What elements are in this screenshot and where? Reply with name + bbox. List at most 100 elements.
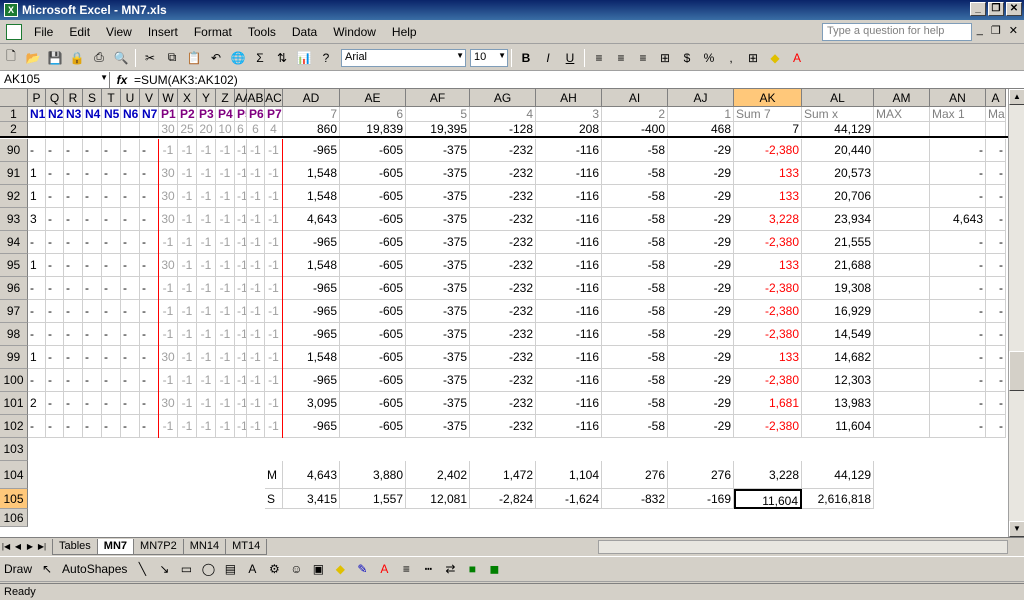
- table-cell[interactable]: -1: [178, 346, 197, 369]
- table-cell[interactable]: -: [121, 254, 140, 277]
- table-cell[interactable]: -: [83, 254, 102, 277]
- merge-center-icon[interactable]: ⊞: [655, 48, 675, 68]
- table-cell[interactable]: -965: [283, 323, 340, 346]
- table-cell[interactable]: -: [28, 277, 46, 300]
- table-cell[interactable]: -: [986, 369, 1006, 392]
- function-icon[interactable]: fx: [110, 73, 134, 87]
- table-cell[interactable]: 1: [28, 185, 46, 208]
- table-cell[interactable]: -1: [235, 323, 247, 346]
- table-cell[interactable]: -1: [265, 369, 283, 392]
- table-cell[interactable]: -58: [602, 162, 668, 185]
- table-cell[interactable]: -: [28, 139, 46, 162]
- table-cell[interactable]: -1: [197, 346, 216, 369]
- table-cell[interactable]: [874, 185, 930, 208]
- table-cell[interactable]: -965: [283, 300, 340, 323]
- column-header[interactable]: X: [178, 89, 197, 107]
- table-cell[interactable]: 468: [668, 122, 734, 137]
- table-cell[interactable]: 11,604: [802, 415, 874, 438]
- row-header[interactable]: 2: [0, 122, 28, 137]
- table-cell[interactable]: -58: [602, 392, 668, 415]
- header-cell[interactable]: 4: [470, 107, 536, 122]
- table-cell[interactable]: -: [102, 139, 121, 162]
- table-cell[interactable]: -1: [247, 162, 265, 185]
- table-cell[interactable]: -232: [470, 415, 536, 438]
- hyperlink-icon[interactable]: 🌐: [228, 48, 248, 68]
- table-cell[interactable]: -1: [247, 369, 265, 392]
- table-cell[interactable]: -: [83, 300, 102, 323]
- ask-question-input[interactable]: Type a question for help: [822, 23, 972, 41]
- table-cell[interactable]: -1: [178, 185, 197, 208]
- table-cell[interactable]: -58: [602, 369, 668, 392]
- table-cell[interactable]: -: [28, 300, 46, 323]
- table-cell[interactable]: 1: [28, 254, 46, 277]
- comma-style-icon[interactable]: ,: [721, 48, 741, 68]
- table-cell[interactable]: -: [121, 208, 140, 231]
- table-cell[interactable]: -1: [197, 277, 216, 300]
- table-cell[interactable]: 19,839: [340, 122, 406, 137]
- table-cell[interactable]: -605: [340, 346, 406, 369]
- column-header[interactable]: R: [64, 89, 83, 107]
- header-cell[interactable]: 5: [406, 107, 470, 122]
- table-cell[interactable]: [83, 122, 102, 137]
- table-cell[interactable]: 14,549: [802, 323, 874, 346]
- font-name-select[interactable]: Arial ▼: [341, 48, 466, 67]
- table-cell[interactable]: -375: [406, 162, 470, 185]
- table-cell[interactable]: -1: [216, 231, 235, 254]
- vertical-scrollbar[interactable]: ▲ ▼: [1008, 89, 1024, 537]
- table-cell[interactable]: 16,929: [802, 300, 874, 323]
- table-cell[interactable]: 20,706: [802, 185, 874, 208]
- table-cell[interactable]: -: [64, 231, 83, 254]
- arrow-style-icon[interactable]: ⇄: [440, 559, 460, 579]
- header-cell[interactable]: 2: [602, 107, 668, 122]
- table-cell[interactable]: -1: [178, 323, 197, 346]
- diagram-icon[interactable]: ⚙: [264, 559, 284, 579]
- column-header[interactable]: AK: [734, 89, 802, 107]
- column-header[interactable]: AD: [283, 89, 340, 107]
- table-cell[interactable]: -: [121, 139, 140, 162]
- table-cell[interactable]: -: [83, 415, 102, 438]
- table-cell[interactable]: -605: [340, 323, 406, 346]
- table-cell[interactable]: 3,095: [283, 392, 340, 415]
- percent-button[interactable]: %: [699, 48, 719, 68]
- fill-color-icon[interactable]: ◆: [330, 559, 350, 579]
- table-cell[interactable]: -1: [197, 231, 216, 254]
- column-header[interactable]: AG: [470, 89, 536, 107]
- table-cell[interactable]: -: [140, 139, 159, 162]
- table-cell[interactable]: -1: [247, 277, 265, 300]
- scroll-thumb[interactable]: [1009, 351, 1024, 391]
- table-cell[interactable]: -: [46, 323, 64, 346]
- table-cell[interactable]: [874, 231, 930, 254]
- header-cell[interactable]: Max 1: [930, 107, 986, 122]
- table-cell[interactable]: -: [46, 231, 64, 254]
- table-cell[interactable]: -232: [470, 277, 536, 300]
- table-cell[interactable]: -: [930, 254, 986, 277]
- table-cell[interactable]: [874, 139, 930, 162]
- table-cell[interactable]: -29: [668, 231, 734, 254]
- column-header[interactable]: V: [140, 89, 159, 107]
- borders-icon[interactable]: ⊞: [743, 48, 763, 68]
- table-cell[interactable]: 44,129: [802, 461, 874, 489]
- table-cell[interactable]: -: [28, 323, 46, 346]
- header-cell[interactable]: P3: [197, 107, 216, 122]
- column-header[interactable]: Y: [197, 89, 216, 107]
- column-header[interactable]: Z: [216, 89, 235, 107]
- table-cell[interactable]: -2,380: [734, 415, 802, 438]
- table-cell[interactable]: -116: [536, 162, 602, 185]
- table-cell[interactable]: 21,688: [802, 254, 874, 277]
- table-cell[interactable]: -29: [668, 162, 734, 185]
- open-icon[interactable]: 📂: [23, 48, 43, 68]
- table-cell[interactable]: [64, 122, 83, 137]
- table-cell[interactable]: -: [140, 231, 159, 254]
- table-cell[interactable]: -: [102, 254, 121, 277]
- table-cell[interactable]: -58: [602, 231, 668, 254]
- table-cell[interactable]: 4: [265, 122, 283, 137]
- table-cell[interactable]: -116: [536, 254, 602, 277]
- table-cell[interactable]: -1: [216, 415, 235, 438]
- table-cell[interactable]: 30: [159, 392, 178, 415]
- table-cell[interactable]: -: [46, 185, 64, 208]
- table-cell[interactable]: -1: [265, 415, 283, 438]
- autoshapes-menu[interactable]: AutoShapes: [58, 562, 131, 576]
- row-header[interactable]: 104: [0, 461, 28, 489]
- table-cell[interactable]: -2,380: [734, 323, 802, 346]
- table-cell[interactable]: 133: [734, 346, 802, 369]
